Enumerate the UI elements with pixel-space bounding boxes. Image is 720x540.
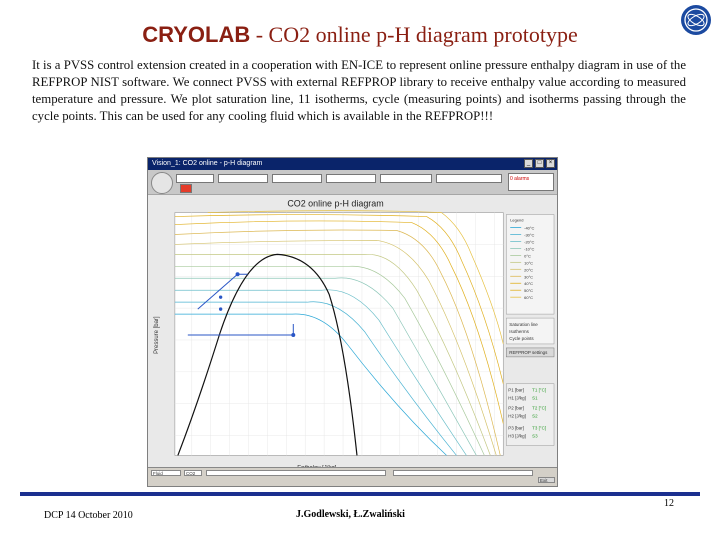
point-value: S2: [532, 414, 538, 419]
title-brand: CRYOLAB: [142, 22, 251, 47]
point-value: H2 [J/kg]: [508, 414, 526, 419]
point-value: T2 [°C]: [532, 406, 546, 411]
point-value: S1: [532, 396, 538, 401]
legend-label: -40°C: [524, 226, 534, 231]
cern-small-logo-icon: [151, 172, 173, 194]
status-input-field[interactable]: [393, 470, 533, 476]
legend-label: 50°C: [524, 288, 533, 293]
toolbar-field-6[interactable]: [436, 174, 502, 183]
info-panel: Saturation line Isotherms Cycle points: [505, 317, 555, 345]
toolbar-field-2[interactable]: [218, 174, 268, 183]
legend-label: 30°C: [524, 274, 533, 279]
legend-title: Legend: [510, 218, 523, 223]
info-line: Isotherms: [509, 329, 529, 334]
alarm-panel[interactable]: 0 alarms: [508, 173, 554, 191]
legend-panel: Legend -40°C -30°C -20°C -10°C 0°C 10°C …: [505, 214, 555, 315]
legend-label: -20°C: [524, 239, 534, 244]
info-line: Cycle points: [509, 336, 534, 341]
cern-logo-icon: [681, 5, 711, 35]
description-paragraph: It is a PVSS control extension created i…: [32, 58, 686, 123]
status-message-field: [206, 470, 386, 476]
exit-button[interactable]: Exit: [538, 477, 555, 483]
status-fluid-value[interactable]: CO2: [184, 470, 202, 476]
application-screenshot: Vision_1: CO2 online - p-H diagram _ □ ×…: [147, 157, 558, 487]
toolbar-field-4[interactable]: [326, 174, 376, 183]
y-axis-label: Pressure [bar]: [154, 316, 160, 354]
legend-label: -10°C: [524, 246, 534, 251]
window-title: Vision_1: CO2 online - p-H diagram: [152, 160, 263, 167]
point-value: S3: [532, 433, 538, 438]
toolbar-field-5[interactable]: [380, 174, 432, 183]
legend-label: 40°C: [524, 281, 533, 286]
point-value: T3 [°C]: [532, 426, 546, 431]
pvss-toolbar: 0 alarms: [148, 170, 557, 195]
title-rest: - CO2 online p-H diagram prototype: [250, 22, 578, 47]
toolbar-field-3[interactable]: [272, 174, 322, 183]
point-value: P1 [bar]: [508, 388, 524, 393]
footer-authors: J.Godlewski, Ł.Zwaliński: [296, 509, 405, 520]
legend-label: 20°C: [524, 267, 533, 272]
minimize-button[interactable]: _: [524, 159, 533, 168]
point-value: P3 [bar]: [508, 426, 524, 431]
slide-title: CRYOLAB - CO2 online p-H diagram prototy…: [0, 22, 720, 48]
info-line: Saturation line: [509, 322, 538, 327]
alarm-label: 0 alarms: [510, 176, 530, 182]
alarm-red-indicator[interactable]: [180, 184, 192, 193]
point-value: H3 [J/kg]: [508, 433, 526, 438]
cycle-point-values-panel: P1 [bar] T1 [°C] H1 [J/kg] S1 P2 [bar] T…: [505, 383, 555, 446]
legend-label: 10°C: [524, 260, 533, 265]
window-titlebar: Vision_1: CO2 online - p-H diagram _ □ ×: [148, 158, 557, 170]
status-bar: Fluid CO2 Exit: [148, 467, 557, 486]
point-value: P2 [bar]: [508, 406, 524, 411]
page-number: 12: [664, 498, 674, 509]
toolbar-field-1[interactable]: [176, 174, 214, 183]
footer-divider: [20, 492, 700, 496]
point-value: H1 [J/kg]: [508, 396, 526, 401]
close-button[interactable]: ×: [546, 159, 555, 168]
maximize-button[interactable]: □: [535, 159, 544, 168]
status-fluid-label: Fluid: [151, 470, 181, 476]
refprop-settings-button[interactable]: REFPROP settings: [505, 347, 555, 358]
footer-date: DCP 14 October 2010: [44, 510, 133, 521]
legend-label: 60°C: [524, 295, 533, 300]
legend-label: -30°C: [524, 232, 534, 237]
legend-label: 0°C: [524, 253, 531, 258]
ph-diagram-panel: CO2 online p-H diagram Pressure [bar] Le…: [148, 194, 557, 475]
point-value: T1 [°C]: [532, 388, 546, 393]
chart-title: CO2 online p-H diagram: [287, 199, 383, 209]
refprop-button-label: REFPROP settings: [509, 350, 548, 355]
